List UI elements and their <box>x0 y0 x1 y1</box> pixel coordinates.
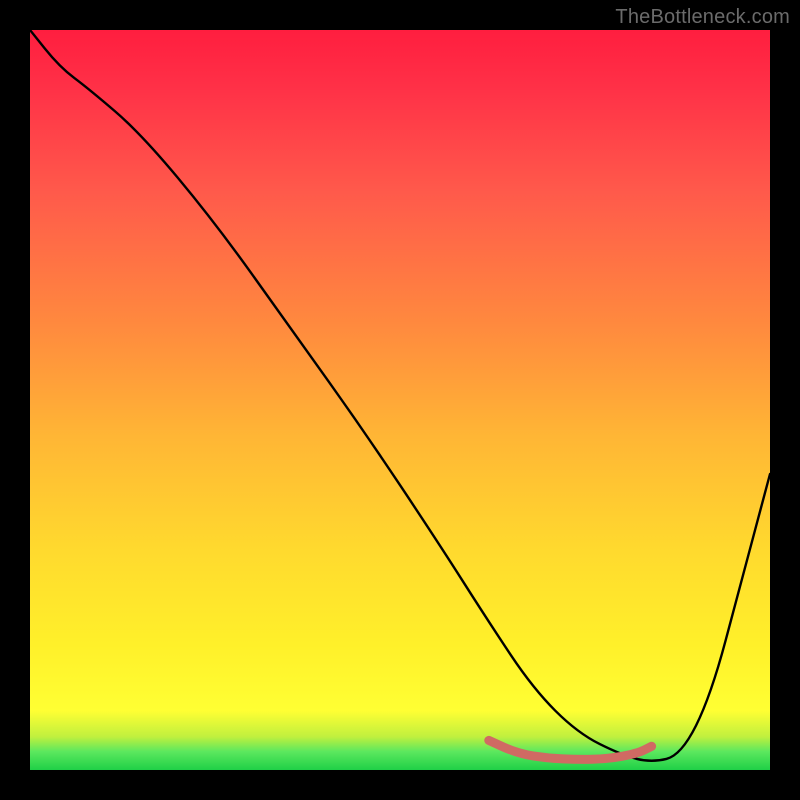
bottleneck-curve-path <box>30 30 770 761</box>
sweet-spot-highlight-path <box>489 740 652 759</box>
chart-svg <box>30 30 770 770</box>
chart-plot-area <box>30 30 770 770</box>
watermark-text: TheBottleneck.com <box>615 6 790 29</box>
